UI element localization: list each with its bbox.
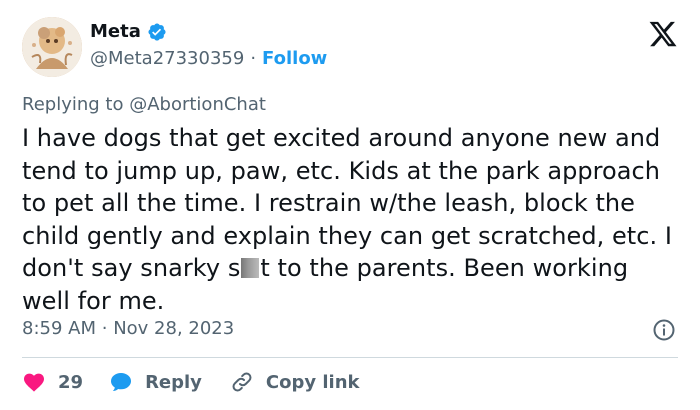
copy-link-label: Copy link [265,371,360,393]
x-logo-icon[interactable] [648,19,678,49]
divider [22,357,678,358]
copy-link-button[interactable]: Copy link [230,370,360,394]
link-icon [232,372,252,392]
tweet-timestamp[interactable]: 8:59 AM · Nov 28, 2023 [22,318,234,339]
avatar[interactable] [22,17,82,77]
tweet-date: Nov 28, 2023 [113,318,235,339]
action-bar: 29 Reply Copy link [22,370,360,394]
replying-to-mention[interactable]: @AbortionChat [129,94,266,115]
reply-label: Reply [145,371,202,393]
author-name[interactable]: Meta [90,21,141,42]
author-name-row: Meta [90,21,167,42]
heart-icon [24,373,44,392]
censor-block [241,258,260,278]
handle-separator: · [250,48,257,69]
author-handle-row: @Meta27330359 · Follow [90,48,327,69]
verified-badge-icon [148,22,166,41]
like-button[interactable]: 29 [22,370,83,394]
replying-to-prefix: Replying to [22,94,124,115]
speech-bubble-icon [111,373,132,391]
reply-button[interactable]: Reply [109,370,202,394]
author-handle[interactable]: @Meta27330359 [90,48,244,69]
like-count: 29 [58,371,84,393]
info-icon[interactable] [652,318,676,342]
tweet-time: 8:59 AM [22,318,96,339]
timestamp-separator: · [101,318,108,339]
replying-to: Replying to @AbortionChat [22,94,266,115]
follow-button[interactable]: Follow [262,48,327,69]
tweet-card: Meta @Meta27330359 · Follow Replying to … [0,0,700,410]
tweet-text: I have dogs that get excited around anyo… [22,122,682,317]
